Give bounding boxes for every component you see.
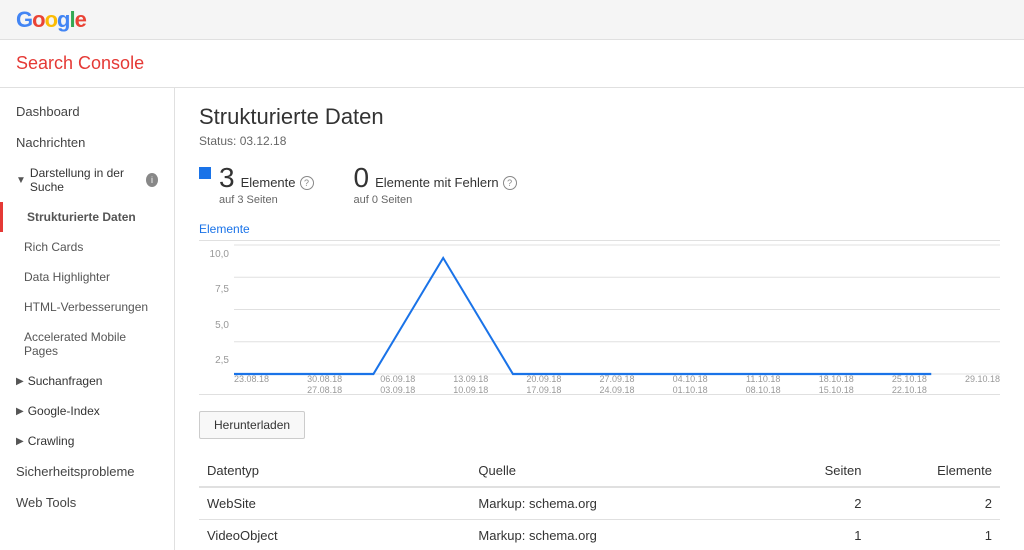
x-label-7: 04.10.18 01.10.18: [673, 374, 708, 394]
sidebar-item-strukturierte-daten[interactable]: Strukturierte Daten: [0, 202, 174, 232]
stat-elements: 3 Elemente ? auf 3 Seiten: [199, 164, 314, 206]
collapse-arrow: ▼: [16, 175, 26, 186]
x-label-10: 25.10.18 22.10.18: [892, 374, 927, 394]
col-header-elemente: Elemente: [870, 455, 1000, 487]
col-header-quelle: Quelle: [470, 455, 772, 487]
elements-number: 3: [219, 164, 235, 192]
google-logo: Google: [16, 7, 86, 33]
x-label-1: 23.08.18: [234, 374, 269, 394]
x-label-4: 13.09.18 10.09.18: [453, 374, 488, 394]
sidebar-item-rich-cards[interactable]: Rich Cards: [0, 232, 174, 262]
main-layout: Dashboard Nachrichten ▼ Darstellung in d…: [0, 88, 1024, 550]
top-bar: Google: [0, 0, 1024, 40]
col-header-datentyp: Datentyp: [199, 455, 470, 487]
sidebar-item-crawling[interactable]: ▶ Crawling: [0, 426, 174, 456]
sidebar-item-dashboard[interactable]: Dashboard: [0, 96, 174, 127]
chart-line-svg: [234, 245, 1000, 374]
chart-x-labels: 23.08.18 30.08.18 27.08.18 06.09.18 03.0…: [234, 374, 1000, 394]
app-title: Search Console: [16, 53, 144, 74]
errors-info-icon[interactable]: ?: [503, 176, 517, 190]
chart-container: 10,0 7,5 5,0 2,5: [199, 245, 1000, 395]
info-icon[interactable]: i: [146, 173, 158, 187]
elements-label: Elemente ?: [241, 175, 314, 190]
table-row: WebSiteMarkup: schema.org22: [199, 487, 1000, 520]
x-label-8: 11.10.18 08.10.18: [746, 374, 781, 394]
collapse-arrow-3: ▶: [16, 406, 24, 417]
elements-color-box: [199, 167, 211, 179]
data-table: Datentyp Quelle Seiten Elemente WebSiteM…: [199, 455, 1000, 550]
sidebar-item-web-tools[interactable]: Web Tools: [0, 487, 174, 518]
cell-1-2: 1: [772, 520, 869, 550]
cell-0-1: Markup: schema.org: [470, 487, 772, 520]
stat-errors: 0 Elemente mit Fehlern ? auf 0 Seiten: [354, 164, 517, 206]
sidebar: Dashboard Nachrichten ▼ Darstellung in d…: [0, 88, 175, 550]
chart-line: [234, 258, 931, 374]
cell-0-3: 2: [870, 487, 1000, 520]
table-header-row: Datentyp Quelle Seiten Elemente: [199, 455, 1000, 487]
x-label-2: 30.08.18 27.08.18: [307, 374, 342, 394]
collapse-arrow-4: ▶: [16, 436, 24, 447]
status-line: Status: 03.12.18: [199, 134, 1000, 148]
x-label-3: 06.09.18 03.09.18: [380, 374, 415, 394]
chart-y-labels: 10,0 7,5 5,0 2,5: [199, 245, 229, 394]
download-button[interactable]: Herunterladen: [199, 411, 305, 439]
errors-label: Elemente mit Fehlern ?: [375, 175, 517, 190]
sidebar-item-nachrichten[interactable]: Nachrichten: [0, 127, 174, 158]
sidebar-item-amp[interactable]: Accelerated Mobile Pages: [0, 322, 174, 366]
sidebar-item-suchanfragen[interactable]: ▶ Suchanfragen: [0, 366, 174, 396]
cell-0-0: WebSite: [199, 487, 470, 520]
elements-info-icon[interactable]: ?: [300, 176, 314, 190]
x-label-6: 27.09.18 24.09.18: [599, 374, 634, 394]
x-label-5: 20.09.18 17.09.18: [526, 374, 561, 394]
collapse-arrow-2: ▶: [16, 376, 24, 387]
page-title: Strukturierte Daten: [199, 104, 1000, 130]
app-header: Search Console: [0, 40, 1024, 88]
x-label-11: 29.10.18: [965, 374, 1000, 394]
col-header-seiten: Seiten: [772, 455, 869, 487]
cell-1-1: Markup: schema.org: [470, 520, 772, 550]
table-row: VideoObjectMarkup: schema.org11: [199, 520, 1000, 550]
cell-1-3: 1: [870, 520, 1000, 550]
errors-number: 0: [354, 164, 370, 192]
y-label-3: 5,0: [199, 320, 229, 331]
y-label-1: 10,0: [199, 249, 229, 260]
cell-1-0: VideoObject: [199, 520, 470, 550]
x-label-9: 18.10.18 15.10.18: [819, 374, 854, 394]
chart-section: Elemente 10,0 7,5 5,0 2,5: [199, 222, 1000, 395]
sidebar-item-sicherheit[interactable]: Sicherheitsprobleme: [0, 456, 174, 487]
content-area: Strukturierte Daten Status: 03.12.18 3 E…: [175, 88, 1024, 550]
errors-sub: auf 0 Seiten: [354, 194, 517, 206]
sidebar-item-google-index[interactable]: ▶ Google-Index: [0, 396, 174, 426]
stats-row: 3 Elemente ? auf 3 Seiten 0 Elemente: [199, 164, 1000, 206]
chart-section-label: Elemente: [199, 222, 1000, 241]
sidebar-item-data-highlighter[interactable]: Data Highlighter: [0, 262, 174, 292]
elements-sub: auf 3 Seiten: [219, 194, 314, 206]
y-label-2: 7,5: [199, 284, 229, 295]
y-label-4: 2,5: [199, 355, 229, 366]
sidebar-item-darstellung[interactable]: ▼ Darstellung in der Suche i: [0, 158, 174, 202]
sidebar-item-html-verbesserungen[interactable]: HTML-Verbesserungen: [0, 292, 174, 322]
cell-0-2: 2: [772, 487, 869, 520]
